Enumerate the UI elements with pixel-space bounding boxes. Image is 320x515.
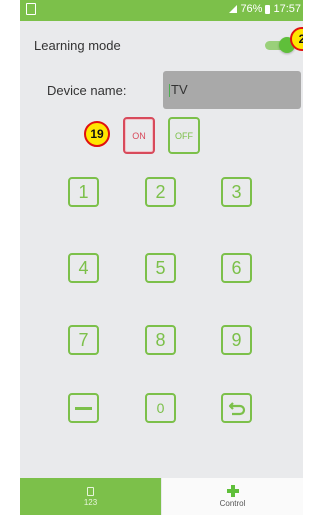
key-0-button[interactable]: 0 [145,393,176,423]
device-name-value: TV [171,82,188,97]
minus-button[interactable] [68,393,99,423]
text-caret [169,84,170,98]
battery-icon [265,4,271,14]
key-2-button[interactable]: 2 [145,177,176,207]
key-3-button[interactable]: 3 [221,177,252,207]
return-icon [228,402,245,416]
tab-control-label: Control [219,499,246,508]
key-8-button[interactable]: 8 [145,325,176,355]
key-6-button[interactable]: 6 [221,253,252,283]
device-name-input[interactable]: TV [163,71,301,109]
learning-mode-toggle[interactable] [265,37,295,53]
annotation-marker-on: 19 [84,121,110,147]
off-button[interactable]: OFF [168,117,200,154]
key-9-button[interactable]: 9 [221,325,252,355]
key-5-button[interactable]: 5 [145,253,176,283]
device-name-label: Device name: [47,83,127,98]
tab-123-label: 123 [83,497,98,507]
clock: 17:57 [273,3,301,15]
battery-percent: 76% [240,3,263,15]
status-bar-right: 76% 17:57 [229,3,301,15]
key-1-button[interactable]: 1 [68,177,99,207]
on-button[interactable]: ON [123,117,155,154]
key-7-button[interactable]: 7 [68,325,99,355]
tab-123[interactable]: 123 [20,478,161,515]
signal-icon [229,5,238,13]
bottom-navigation: 123 Control [20,478,303,515]
learning-mode-label: Learning mode [34,38,121,53]
keypad-icon [87,486,94,496]
status-bar: 76% 17:57 [20,0,303,21]
tab-control[interactable]: Control [162,478,303,515]
minus-icon [75,406,92,410]
notification-icon [26,3,36,15]
dpad-icon [226,485,239,497]
phone-screen: 76% 17:57 Learning mode 2 Device name: T… [20,0,303,515]
key-4-button[interactable]: 4 [68,253,99,283]
return-button[interactable] [221,393,252,423]
